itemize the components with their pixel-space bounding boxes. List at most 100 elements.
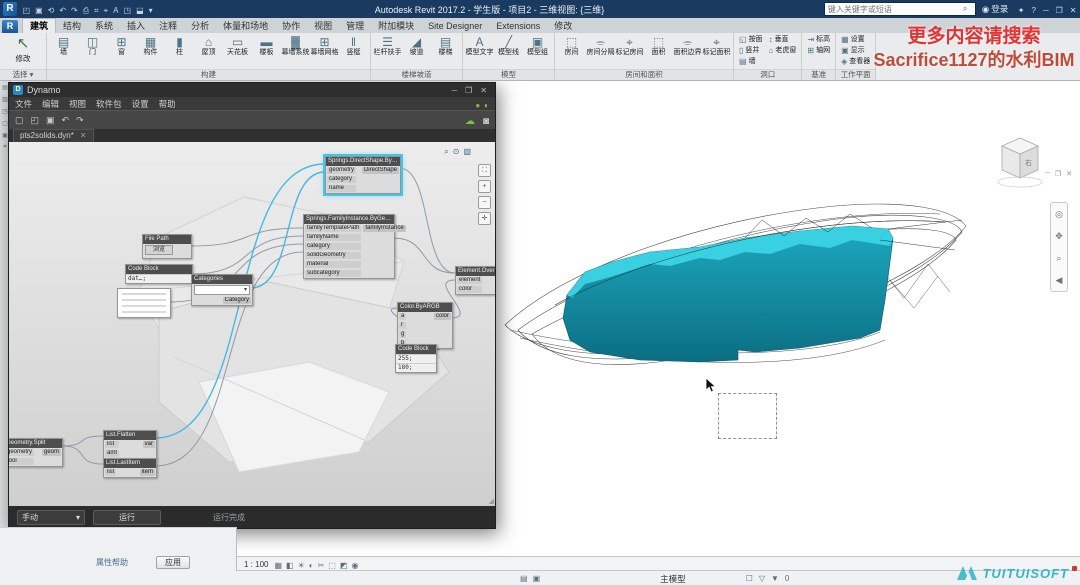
tab-分析[interactable]: 分析 xyxy=(184,19,216,33)
teal-solid-mass[interactable] xyxy=(563,226,893,362)
run-mode-dropdown[interactable]: 手动 ▾ xyxy=(17,510,85,525)
zoom-icon[interactable]: ⌕ xyxy=(1056,253,1061,264)
dyn-node-geometry-split[interactable]: Geometry.Splitgeometrytoolgeom xyxy=(9,438,63,467)
pan-hand-icon[interactable]: ✥ xyxy=(1055,231,1063,242)
input-port[interactable]: tool xyxy=(9,458,34,465)
shadows-icon[interactable]: ◐ xyxy=(309,561,314,570)
crop-view-icon[interactable]: ✂ xyxy=(318,561,325,570)
sync-icon[interactable]: ⟲ xyxy=(48,6,55,15)
modify-arrow-icon[interactable]: ↖ xyxy=(17,35,30,53)
tool-标记面积[interactable]: ⌖标记面积 xyxy=(702,34,731,58)
tab-体量和场地[interactable]: 体量和场地 xyxy=(216,19,275,33)
revit-logo-icon[interactable]: R xyxy=(3,2,17,16)
default-3d-icon[interactable]: ◳ xyxy=(124,6,132,15)
editable-only-icon[interactable]: ☐ xyxy=(746,574,753,583)
tab-修改[interactable]: 修改 xyxy=(547,19,579,33)
scale-button[interactable]: 1 : 100 xyxy=(244,560,268,569)
input-port[interactable]: list xyxy=(105,441,119,448)
save-icon[interactable]: ▣ xyxy=(35,6,43,15)
tool-墙[interactable]: ▤墙 xyxy=(49,34,78,58)
dynamo-canvas[interactable]: File Path浏览 Code Blockdat…;Categories▾Ca… xyxy=(9,142,495,506)
tool-显示[interactable]: ▣显示 xyxy=(838,45,868,56)
dyn-minimize-icon[interactable]: ─ xyxy=(451,86,457,95)
redo-icon[interactable]: ↷ xyxy=(76,115,84,126)
properties-icon[interactable]: ▤ xyxy=(2,84,8,91)
zoom-in-icon[interactable]: + xyxy=(478,180,491,193)
output-port[interactable]: item xyxy=(140,469,155,476)
tool-标高[interactable]: ⇥标高 xyxy=(804,34,833,45)
sheet-icon[interactable]: ▢ xyxy=(2,120,8,127)
filter-count[interactable]: 0 xyxy=(785,574,789,583)
input-port[interactable]: color xyxy=(457,286,482,293)
project-browser-icon[interactable]: ▥ xyxy=(2,96,8,103)
apply-button[interactable]: 应用 xyxy=(156,556,190,569)
tool-面积边界[interactable]: ⌯面积边界 xyxy=(673,34,702,58)
rewind-icon[interactable]: ◀ xyxy=(1056,275,1063,286)
tab-视图[interactable]: 视图 xyxy=(307,19,339,33)
tool-面积[interactable]: ⬚面积 xyxy=(644,34,673,58)
steering-wheel-icon[interactable]: ◎ xyxy=(1055,209,1063,220)
input-port[interactable]: solidGeometry xyxy=(305,252,361,259)
tool-模型文字[interactable]: A模型文字 xyxy=(465,34,494,58)
tool-模型线[interactable]: ╱模型线 xyxy=(494,34,523,58)
dyn-node-list-lastitem[interactable]: List.LastItemlistitem xyxy=(103,458,157,478)
exchange-apps-icon[interactable]: ✦ xyxy=(1018,6,1025,15)
save-file-icon[interactable]: ▣ xyxy=(46,115,55,126)
properties-help-link[interactable]: 属性帮助 xyxy=(96,557,128,568)
tool-查看器[interactable]: ◈查看器 xyxy=(838,56,873,67)
search-input[interactable] xyxy=(825,4,963,14)
tool-幕墙系统[interactable]: ▓幕墙系统 xyxy=(281,34,310,58)
input-port[interactable]: element xyxy=(457,277,482,284)
exclude-options-icon[interactable]: ▽ xyxy=(759,574,765,583)
filter-icon[interactable]: ▼ xyxy=(771,574,779,583)
input-port[interactable]: g xyxy=(399,331,406,338)
tool-门[interactable]: ◫门 xyxy=(78,34,107,58)
tab-插入[interactable]: 插入 xyxy=(120,19,152,33)
tool-房间分隔[interactable]: ⌯房间分隔 xyxy=(586,34,615,58)
view-icon[interactable]: ◳ xyxy=(2,108,8,115)
publish-cloud-icon[interactable]: ☁ xyxy=(465,116,475,127)
tool-屋顶[interactable]: ⌂屋顶 xyxy=(194,34,223,58)
category-dropdown[interactable]: ▾ xyxy=(194,285,250,295)
new-file-icon[interactable]: ▢ xyxy=(15,115,24,126)
browse-button[interactable]: 浏览 xyxy=(145,245,173,255)
family-icon[interactable]: ▣ xyxy=(2,132,8,139)
export-workspace-icon[interactable]: ▧ xyxy=(463,147,471,157)
menu-帮助[interactable]: 帮助 xyxy=(159,98,176,110)
customize-qat-icon[interactable]: ▾ xyxy=(149,6,153,15)
tool-窗[interactable]: ⊞窗 xyxy=(107,34,136,58)
tool-模型组[interactable]: ▣模型组 xyxy=(523,34,552,58)
presets-icon[interactable]: ⊙ xyxy=(453,147,460,157)
output-port[interactable]: Category xyxy=(223,297,251,304)
dynamo-title-bar[interactable]: D Dynamo ─❐✕ xyxy=(9,83,495,97)
menu-文件[interactable]: 文件 xyxy=(15,98,32,110)
run-button[interactable]: 运行 xyxy=(93,510,161,525)
tab-注释[interactable]: 注释 xyxy=(152,19,184,33)
tool-天花板[interactable]: ▭天花板 xyxy=(223,34,252,58)
tool-轴网[interactable]: ⊞轴网 xyxy=(804,45,833,56)
tool-房间[interactable]: ⬚房间 xyxy=(557,34,586,58)
open-icon[interactable]: ◰ xyxy=(23,6,31,15)
minimize-icon[interactable]: ─ xyxy=(1043,6,1049,15)
updates-icon[interactable]: ◐ xyxy=(484,101,489,110)
dyn-node-code-block-1[interactable]: Code Blockdat…; xyxy=(125,264,193,284)
dyn-node-family-instance[interactable]: Springs.FamilyInstance.ByGeometryfamilyT… xyxy=(303,214,395,279)
dyn-node-color-argb[interactable]: Color.ByARGBargbcolor xyxy=(397,302,453,349)
tool-构件[interactable]: ▦构件 xyxy=(136,34,165,58)
input-port[interactable]: material xyxy=(305,261,361,268)
design-option-value[interactable]: 主模型 xyxy=(660,573,686,585)
dynamo-file-tab[interactable]: pts2solids.dyn* ✕ xyxy=(13,129,94,142)
tool-垂直[interactable]: ↕垂直 xyxy=(766,34,792,45)
tool-楼梯[interactable]: ▤楼梯 xyxy=(431,34,460,58)
modify-label[interactable]: 修改 xyxy=(16,53,31,64)
tab-附加模块[interactable]: 附加模块 xyxy=(371,19,421,33)
print-icon[interactable]: ⎙ xyxy=(83,6,89,15)
dyn-node-code-block-2[interactable]: Code Block255;180; xyxy=(395,344,437,373)
application-menu-button[interactable]: R xyxy=(2,20,18,33)
resize-grip-icon[interactable]: ◢ xyxy=(489,497,494,505)
menu-软件包[interactable]: 软件包 xyxy=(96,98,122,110)
dyn-node-categories[interactable]: Categories▾Category xyxy=(191,274,253,306)
input-port[interactable]: geometry xyxy=(9,449,34,456)
undo-icon[interactable]: ↶ xyxy=(62,115,70,126)
help-icon[interactable]: ? xyxy=(1032,6,1036,15)
